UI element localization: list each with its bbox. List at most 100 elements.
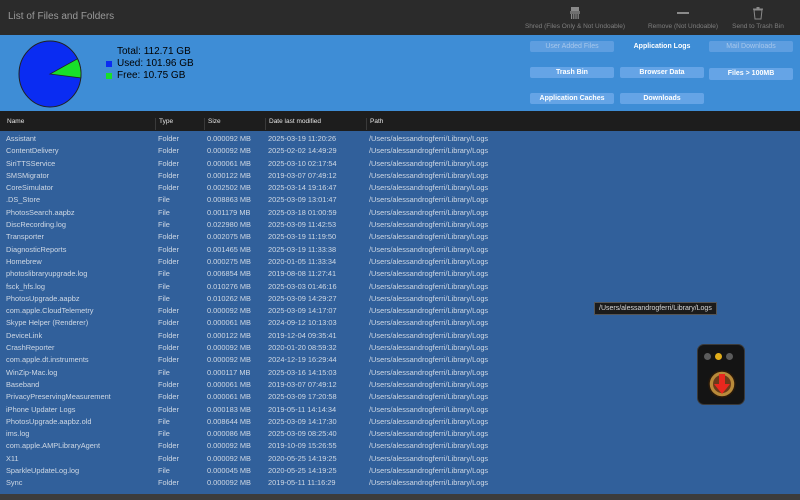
- cell-type: Folder: [158, 441, 179, 451]
- floating-app-window[interactable]: [697, 344, 745, 405]
- cell-date: 2025-03-09 13:01:47: [268, 195, 337, 205]
- cell-type: Folder: [158, 478, 179, 488]
- cell-path: /Users/alessandrogferri/Library/Logs: [369, 170, 489, 180]
- table-row[interactable]: com.apple.dt.instruments Folder 0.000092 M…: [0, 354, 800, 366]
- app-window: List of Files and Folders Shred (Files O…: [0, 0, 800, 500]
- minus-icon: [677, 12, 689, 14]
- cell-size: 0.001465 MB: [207, 244, 251, 254]
- cell-name: com.apple.CloudTelemetry: [6, 306, 94, 316]
- cell-size: 0.002502 MB: [207, 183, 251, 193]
- cell-path: /Users/alessandrogferri/Library/Logs: [369, 441, 489, 451]
- table-row[interactable]: com.apple.AMPLibraryAgent Folder 0.000092 …: [0, 440, 800, 452]
- total-label: Total:: [117, 46, 141, 57]
- table-row[interactable]: Transporter Folder 0.002075 MB 2025-03-19 1…: [0, 231, 800, 243]
- table-row[interactable]: iPhone Updater Logs Folder 0.000183 MB 2019…: [0, 404, 800, 416]
- table-row[interactable]: DiagnosticReports Folder 0.001465 MB 2025-0…: [0, 244, 800, 256]
- table-row[interactable]: SparkleUpdateLog.log File 0.000045 MB 2020-…: [0, 465, 800, 477]
- table-row[interactable]: Baseband Folder 0.000061 MB 2019-03-07 07:4…: [0, 379, 800, 391]
- app-download-icon[interactable]: [707, 369, 737, 399]
- mail-downloads-button[interactable]: Mail Downloads: [709, 41, 793, 52]
- table-row[interactable]: PrivacyPreservingMeasurement Folder 0.0000…: [0, 391, 800, 403]
- table-row[interactable]: WinZip-Mac.log File 0.000117 MB 2025-03-16 …: [0, 367, 800, 379]
- col-header-size[interactable]: Size: [208, 118, 221, 125]
- cell-type: Folder: [158, 158, 179, 168]
- close-window-button[interactable]: [704, 353, 711, 360]
- send-to-trash-button[interactable]: Send to Trash Bin: [716, 6, 800, 30]
- cell-type: Folder: [158, 379, 179, 389]
- files-over-100mb-button[interactable]: Files > 100MB: [709, 68, 793, 80]
- col-header-type[interactable]: Type: [159, 118, 173, 125]
- cell-size: 0.000092 MB: [207, 441, 251, 451]
- table-row[interactable]: fsck_hfs.log File 0.010276 MB 2025-03-03 01…: [0, 281, 800, 293]
- user-added-files-button[interactable]: User Added Files: [530, 41, 614, 52]
- storage-pie-chart: [18, 40, 82, 108]
- trash-bin-button[interactable]: Trash Bin: [530, 67, 614, 78]
- table-row[interactable]: photoslibraryupgrade.log File 0.006854 MB 2…: [0, 268, 800, 280]
- cell-name: CrashReporter: [6, 343, 55, 353]
- used-swatch: [106, 61, 112, 67]
- table-header: Name Type Size Date last modified Path: [0, 111, 800, 131]
- table-row[interactable]: PhotosUpgrade.aapbz.old File 0.008644 MB 20…: [0, 416, 800, 428]
- table-row[interactable]: ims.log File 0.000086 MB 2025-03-09 08:25:4…: [0, 428, 800, 440]
- cell-type: Folder: [158, 232, 179, 242]
- trash-bin-icon: [753, 7, 763, 20]
- minimize-window-button[interactable]: [715, 353, 722, 360]
- table-row[interactable]: X11 Folder 0.000092 MB 2020-05-25 14:19:25 /…: [0, 453, 800, 465]
- table-row[interactable]: .DS_Store File 0.008863 MB 2025-03-09 13:01…: [0, 194, 800, 206]
- path-tooltip: /Users/alessandrogferri/Library/Logs: [594, 302, 717, 315]
- column-divider[interactable]: [155, 118, 156, 130]
- table-row[interactable]: Skype Helper (Renderer) Folder 0.000061 MB…: [0, 317, 800, 329]
- application-caches-button[interactable]: Application Caches: [530, 93, 614, 104]
- cell-date: 2020-01-05 11:33:34: [268, 256, 337, 266]
- cell-name: photoslibraryupgrade.log: [6, 269, 88, 279]
- zoom-window-button[interactable]: [726, 353, 733, 360]
- cell-size: 0.000092 MB: [207, 343, 251, 353]
- cell-size: 0.000275 MB: [207, 256, 251, 266]
- column-divider[interactable]: [204, 118, 205, 130]
- cell-name: Skype Helper (Renderer): [6, 318, 89, 328]
- cell-type: Folder: [158, 183, 179, 193]
- column-divider[interactable]: [265, 118, 266, 130]
- used-label: Used:: [117, 58, 144, 69]
- cell-path: /Users/alessandrogferri/Library/Logs: [369, 207, 489, 217]
- cell-size: 0.000092 MB: [207, 355, 251, 365]
- table-row[interactable]: CoreSimulator Folder 0.002502 MB 2025-03-14…: [0, 182, 800, 194]
- cell-name: SparkleUpdateLog.log: [6, 466, 80, 476]
- table-row[interactable]: DeviceLink Folder 0.000122 MB 2019-12-04 09…: [0, 330, 800, 342]
- cell-path: /Users/alessandrogferri/Library/Logs: [369, 429, 489, 439]
- table-row[interactable]: Homebrew Folder 0.000275 MB 2020-01-05 11:3…: [0, 256, 800, 268]
- cell-path: /Users/alessandrogferri/Library/Logs: [369, 281, 489, 291]
- table-row[interactable]: SMSMigrator Folder 0.000122 MB 2019-03-07 0…: [0, 170, 800, 182]
- table-row[interactable]: PhotosSearch.aapbz File 0.001179 MB 2025-03…: [0, 207, 800, 219]
- cell-date: 2025-03-18 01:00:59: [268, 207, 337, 217]
- cell-size: 0.000092 MB: [207, 453, 251, 463]
- cell-type: File: [158, 429, 170, 439]
- cell-name: Homebrew: [6, 256, 42, 266]
- downloads-button[interactable]: Downloads: [620, 93, 704, 104]
- cell-size: 0.001179 MB: [207, 207, 251, 217]
- cell-name: PhotosUpgrade.aapbz.old: [6, 416, 92, 426]
- application-logs-button[interactable]: Application Logs: [620, 41, 704, 52]
- cell-type: File: [158, 293, 170, 303]
- cell-name: com.apple.dt.instruments: [6, 355, 89, 365]
- column-divider[interactable]: [366, 118, 367, 130]
- col-header-name[interactable]: Name: [7, 118, 24, 125]
- cell-date: 2025-03-19 11:20:26: [268, 134, 337, 143]
- table-row[interactable]: DiscRecording.log File 0.022980 MB 2025-03-…: [0, 219, 800, 231]
- col-header-path[interactable]: Path: [370, 118, 383, 125]
- cell-type: File: [158, 466, 170, 476]
- shred-button[interactable]: Shred (Files Only & Not Undoable): [520, 6, 630, 30]
- table-row[interactable]: Assistant Folder 0.000092 MB 2025-03-19 11:…: [0, 133, 800, 145]
- browser-data-button[interactable]: Browser Data: [620, 67, 704, 78]
- remove-button[interactable]: Remove (Not Undoable): [638, 6, 728, 30]
- cell-name: X11: [6, 453, 19, 463]
- col-header-date[interactable]: Date last modified: [269, 118, 321, 125]
- cell-date: 2020-05-25 14:19:25: [268, 466, 337, 476]
- table-row[interactable]: Sync Folder 0.000092 MB 2019-05-11 11:16:29…: [0, 477, 800, 489]
- table-row[interactable]: CrashReporter Folder 0.000092 MB 2020-01-20…: [0, 342, 800, 354]
- table-row[interactable]: ContentDelivery Folder 0.000092 MB 2025-02-…: [0, 145, 800, 157]
- cell-name: DiagnosticReports: [6, 244, 67, 254]
- total-value: 112.71 GB: [143, 46, 191, 57]
- table-row[interactable]: SiriTTSService Folder 0.000061 MB 2025-03-1…: [0, 158, 800, 170]
- cell-path: /Users/alessandrogferri/Library/Logs: [369, 306, 489, 316]
